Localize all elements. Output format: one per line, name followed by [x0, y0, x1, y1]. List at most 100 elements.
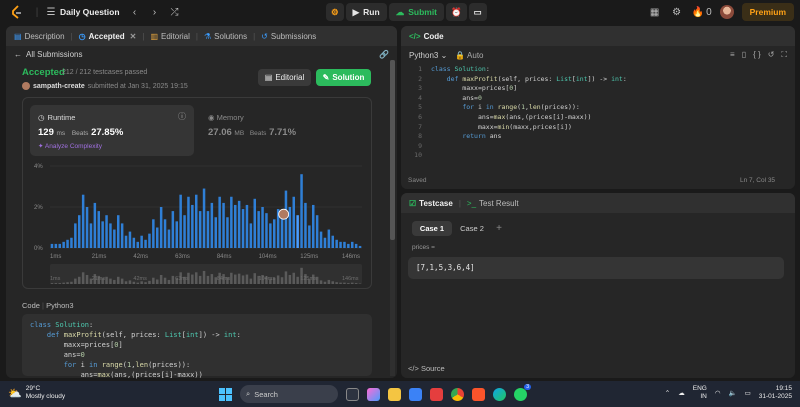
back-to-submissions[interactable]: ← All Submissions	[14, 50, 82, 59]
histogram-bar	[136, 241, 139, 248]
edge-icon[interactable]	[493, 387, 506, 401]
runtime-card[interactable]: ◷ Runtime ⓘ 129 ms Beats 27.85% ✦ Analyze…	[30, 105, 194, 156]
reset-icon[interactable]: ↺	[768, 50, 775, 60]
streak-icon[interactable]: 🔥 0	[692, 5, 712, 19]
cursor-position: Ln 7, Col 35	[740, 177, 776, 184]
chevron-up-icon[interactable]: ⌃	[665, 389, 670, 397]
problem-list-title[interactable]: Daily Question	[60, 7, 120, 17]
histogram-bar	[230, 196, 233, 248]
histogram-bar	[148, 233, 151, 248]
wifi-icon[interactable]: ◠	[715, 389, 721, 397]
case-1-tab[interactable]: Case 1	[412, 221, 452, 236]
x-tick-label: 125ms	[300, 254, 318, 260]
whatsapp-icon[interactable]: 3	[514, 383, 531, 401]
case-2-tab[interactable]: Case 2	[454, 221, 490, 236]
histogram-bar	[261, 207, 264, 248]
submit-button[interactable]: ☁ Submit	[388, 3, 445, 21]
y-tick-label: 0%	[34, 246, 43, 252]
histogram-bar	[171, 211, 175, 248]
taskbar-apps: ⌕ Search 3	[219, 383, 531, 403]
tab-submissions[interactable]: ↺ Submissions	[259, 32, 318, 41]
overview-bar	[136, 282, 139, 284]
braces-icon[interactable]: { }	[753, 50, 761, 60]
language-select[interactable]: Python3 ⌄	[409, 51, 447, 60]
tab-editorial[interactable]: ▥ Editorial	[148, 32, 191, 41]
notes-button[interactable]: ▭	[468, 3, 487, 21]
memory-value: 27.06 MB Beats 7.71%	[208, 127, 297, 138]
testcase-tabs: ☑ Testcase | >_ Test Result	[401, 193, 795, 213]
solution-button[interactable]: ✎ Solution	[316, 69, 371, 86]
timer-button[interactable]: ⏰	[446, 3, 467, 21]
overview-bar	[339, 282, 342, 284]
task-view-icon[interactable]	[346, 387, 359, 401]
battery-icon[interactable]: ▭	[745, 389, 751, 397]
analyze-complexity-link[interactable]: ✦ Analyze Complexity	[38, 142, 102, 150]
copilot-icon[interactable]	[367, 387, 380, 401]
histogram-bar	[101, 221, 104, 248]
editorial-button[interactable]: ▤ Editorial	[258, 69, 311, 86]
overview-tick-label: 42ms	[133, 276, 147, 282]
tab-description[interactable]: ▤ Description	[12, 32, 67, 41]
format-icon[interactable]: ≡	[730, 50, 735, 60]
store-icon[interactable]	[409, 387, 422, 401]
close-tab-icon[interactable]: ✕	[130, 32, 137, 41]
left-tabs: ▤ Description | ◷ Accepted ✕ | ▥ Editorial |…	[6, 26, 397, 46]
pencil-icon: ✎	[322, 73, 330, 82]
language-indicator[interactable]: ENG IN	[693, 385, 707, 401]
layout-icon[interactable]: ▦	[648, 5, 662, 19]
premium-button[interactable]: Premium	[741, 3, 794, 21]
file-explorer-icon[interactable]	[388, 387, 401, 401]
chrome-icon[interactable]	[451, 387, 464, 401]
code-line: ans=max(ans,(prices[i]-maxx))	[431, 112, 592, 121]
shuffle-icon[interactable]: ⤮	[168, 5, 182, 19]
source-toggle[interactable]: </> Source	[408, 364, 445, 373]
overview-bar	[354, 283, 358, 284]
run-button[interactable]: ▶ Run	[345, 3, 387, 21]
overview-bar	[288, 275, 292, 284]
windows-start-icon[interactable]	[219, 387, 232, 401]
clock[interactable]: 19:15 31-01-2025	[759, 385, 792, 401]
prev-problem-icon[interactable]: ‹	[128, 5, 142, 19]
histogram-bar	[70, 237, 73, 248]
cloud-icon[interactable]: ☁	[678, 389, 685, 397]
debug-button[interactable]: ⚙	[326, 3, 344, 21]
overview-tick-label: 104ms	[259, 276, 276, 282]
link-icon[interactable]: 🔗	[379, 50, 389, 59]
tab-solutions[interactable]: ⚗ Solutions	[202, 32, 249, 41]
submitted-at: submitted at Jan 31, 2025 19:15	[87, 82, 188, 90]
settings-icon[interactable]: ⚙	[670, 5, 684, 19]
tab-accepted[interactable]: ◷ Accepted ✕	[77, 32, 139, 41]
problem-list-icon[interactable]: ☰	[44, 5, 58, 19]
leetcode-logo[interactable]	[10, 5, 24, 19]
user-avatar[interactable]	[719, 5, 734, 19]
histogram-bar	[308, 225, 311, 248]
clock-icon: ◷	[38, 113, 45, 122]
brave-icon[interactable]	[472, 387, 485, 401]
histogram-bar	[152, 219, 155, 248]
auto-mode[interactable]: 🔒 Auto	[455, 51, 483, 60]
taskbar-search[interactable]: ⌕ Search	[240, 385, 338, 403]
volume-icon[interactable]: 🔈	[729, 389, 737, 397]
code-editor[interactable]: class Solution: def maxProfit(self, pric…	[431, 65, 627, 161]
tab-test-result[interactable]: >_ Test Result	[465, 199, 521, 208]
histogram-bar	[300, 174, 303, 248]
fullscreen-icon[interactable]: ⛶	[781, 50, 787, 60]
tab-divider: |	[195, 31, 198, 41]
histogram-bar	[273, 219, 276, 248]
note-icon: ▭	[473, 6, 482, 17]
submission-author: sampath-create submitted at Jan 31, 2025…	[22, 82, 188, 90]
red-app-icon[interactable]	[430, 387, 443, 401]
weather-widget[interactable]: ⛅ 29°C Mostly cloudy	[8, 385, 65, 401]
testcase-input[interactable]: [7,1,5,3,6,4]	[408, 257, 784, 279]
next-problem-icon[interactable]: ›	[148, 5, 162, 19]
left-scroll-thumb[interactable]	[390, 60, 395, 240]
author-name[interactable]: sampath-create	[33, 83, 85, 90]
memory-label[interactable]: ◉ Memory	[208, 113, 244, 122]
submitted-code-lines: class Solution: def maxProfit(self, pric…	[22, 314, 372, 386]
bookmark-icon[interactable]: ▯	[742, 50, 746, 60]
info-icon[interactable]: ⓘ	[178, 111, 186, 122]
tab-testcase[interactable]: ☑ Testcase	[407, 199, 455, 208]
tab-code[interactable]: </> Code	[407, 32, 446, 41]
add-case-button[interactable]: +	[493, 221, 505, 236]
histogram-bar	[241, 209, 245, 248]
